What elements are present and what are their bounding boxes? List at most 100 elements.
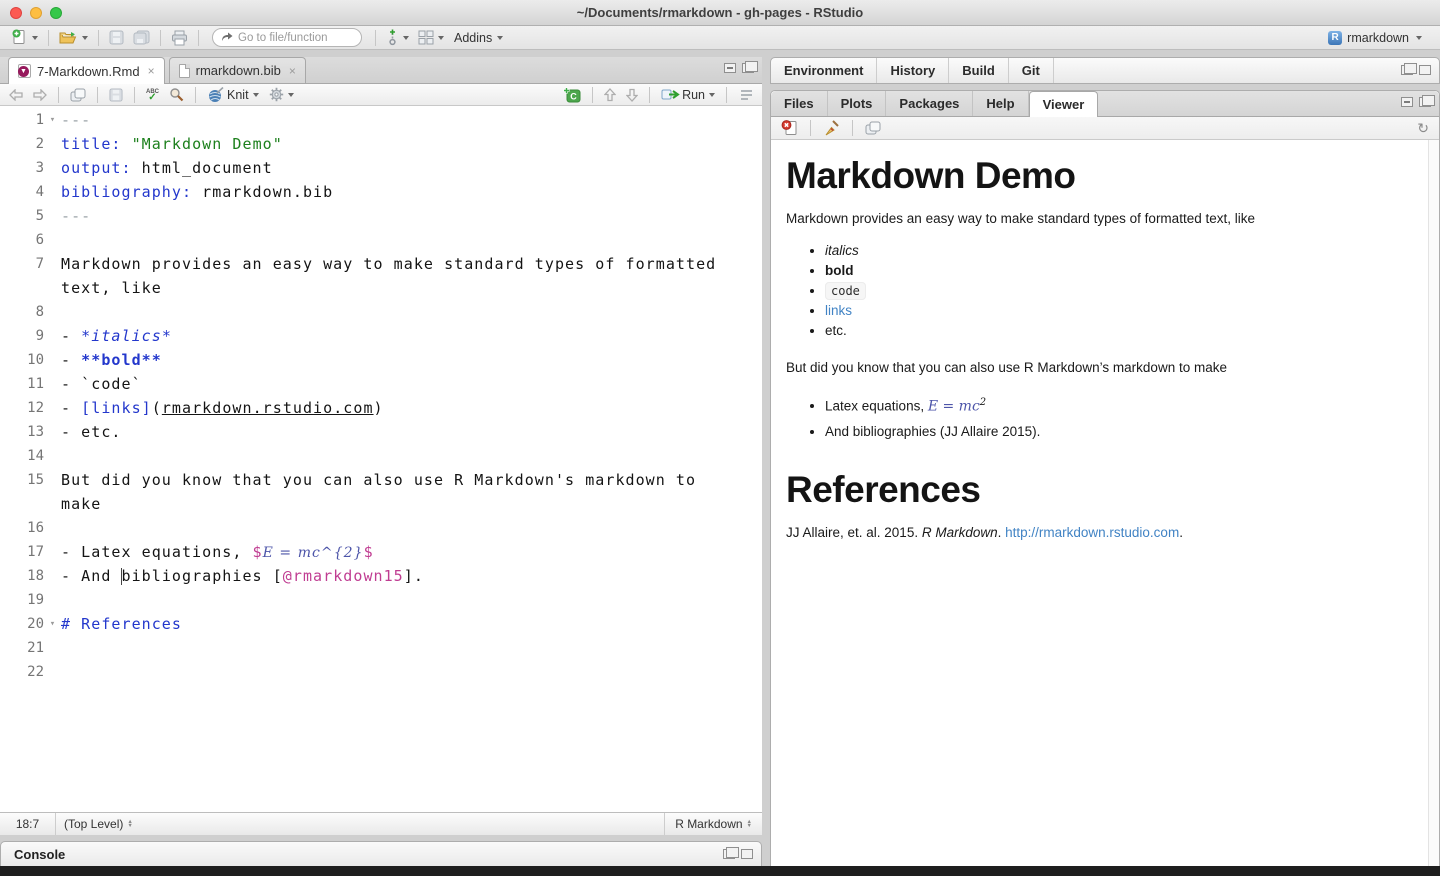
clear-viewer-button[interactable] [820, 119, 843, 137]
up-arrow-icon [604, 88, 616, 102]
save-icon [109, 88, 123, 102]
popout-icon [865, 121, 881, 135]
tab-build[interactable]: Build [949, 58, 1009, 83]
chevron-down-icon [253, 93, 259, 97]
go-next-chunk-button[interactable] [623, 87, 641, 103]
tab-history[interactable]: History [877, 58, 949, 83]
goto-file-search[interactable] [212, 28, 362, 47]
knit-icon [207, 87, 225, 103]
find-replace-button[interactable] [166, 86, 187, 103]
workspace-panes-button[interactable] [415, 29, 447, 46]
addins-button[interactable]: Addins [450, 31, 507, 45]
maximize-pane-button[interactable] [741, 849, 753, 859]
editor-statusbar: 18:7 (Top Level) ▲▼ R Markdown ▲▼ [0, 812, 762, 835]
code-line: 9- *italics* [0, 324, 762, 348]
tab-plots[interactable]: Plots [828, 91, 887, 116]
tab-rmarkdown-bib[interactable]: rmarkdown.bib × [169, 57, 306, 83]
close-icon[interactable]: × [289, 64, 296, 78]
list-item: etc. [825, 321, 1413, 341]
chevron-down-icon [288, 93, 294, 97]
goto-file-input[interactable] [238, 32, 348, 44]
maximize-pane-button[interactable] [742, 63, 754, 73]
chevron-down-icon [32, 36, 38, 40]
viewer-popout-button[interactable] [862, 120, 884, 136]
window-bottom-edge [0, 866, 1440, 876]
discard-button[interactable] [778, 119, 801, 137]
forward-button[interactable] [30, 88, 50, 102]
code-line: 16 [0, 516, 762, 540]
restore-pane-button[interactable] [1401, 65, 1413, 75]
minimize-pane-button[interactable] [724, 63, 736, 73]
code-editor[interactable]: 1▾---2title: "Markdown Demo"3output: htm… [0, 106, 762, 812]
insert-chunk-button[interactable]: C [560, 86, 584, 104]
version-control-button[interactable] [383, 28, 412, 47]
tab-files[interactable]: Files [771, 91, 828, 116]
editor-tabbar: ▼ 7-Markdown.Rmd × rmarkdown.bib × [0, 57, 762, 84]
popout-button[interactable] [67, 87, 89, 103]
go-prev-chunk-button[interactable] [601, 87, 619, 103]
save-button[interactable] [106, 29, 127, 46]
maximize-pane-button[interactable] [1419, 97, 1431, 107]
print-button[interactable] [168, 29, 191, 47]
viewer-paragraph: Markdown provides an easy way to make st… [786, 210, 1413, 228]
console-pane-header[interactable]: Console [0, 841, 762, 866]
save-icon [109, 30, 124, 45]
window-titlebar: ~/Documents/rmarkdown - gh-pages - RStud… [0, 0, 1440, 26]
scope-selector[interactable]: (Top Level) ▲▼ [56, 817, 141, 831]
knit-button[interactable]: Knit [204, 86, 262, 104]
save-button[interactable] [106, 87, 126, 103]
rerun-button[interactable] [735, 88, 756, 102]
open-file-button[interactable] [56, 29, 91, 47]
rerun-icon [738, 89, 753, 101]
fold-arrow-icon: ▾ [44, 612, 61, 636]
back-icon [9, 89, 23, 101]
viewer-scrollbar[interactable] [1428, 140, 1439, 866]
back-button[interactable] [6, 88, 26, 102]
version-control-icon [386, 29, 399, 46]
chevron-down-icon [497, 36, 503, 40]
rmd-file-icon: ▼ [18, 64, 31, 78]
chevron-down-icon [403, 36, 409, 40]
updown-icon: ▲▼ [127, 820, 132, 829]
bib-file-icon [179, 64, 190, 78]
run-button[interactable]: Run [658, 87, 718, 103]
minimize-pane-button[interactable] [1401, 97, 1413, 107]
code-line: 19 [0, 588, 762, 612]
tab-viewer[interactable]: Viewer [1029, 91, 1099, 117]
list-item: code [825, 281, 1413, 301]
viewer-content: Markdown Demo Markdown provides an easy … [771, 140, 1439, 866]
main-toolbar: Addins R rmarkdown [0, 26, 1440, 50]
spellcheck-button[interactable]: ABC✓ [143, 89, 162, 101]
tab-help[interactable]: Help [973, 91, 1028, 116]
broom-icon [823, 120, 840, 136]
fold-arrow-icon: ▾ [44, 108, 61, 132]
code-line: 13- etc. [0, 420, 762, 444]
tab-git[interactable]: Git [1009, 58, 1054, 83]
updown-icon: ▲▼ [747, 820, 752, 829]
save-all-button[interactable] [130, 29, 153, 46]
file-type-selector[interactable]: R Markdown ▲▼ [664, 813, 762, 835]
cursor-position: 18:7 [0, 813, 56, 835]
code-line: 8 [0, 300, 762, 324]
tab-packages[interactable]: Packages [886, 91, 973, 116]
viewer-list-2: Latex equations, E = mc2And bibliographi… [786, 390, 1413, 445]
project-menu-button[interactable]: R rmarkdown [1328, 31, 1422, 45]
code-line: 21 [0, 636, 762, 660]
new-file-button[interactable] [8, 28, 41, 47]
viewer-paragraph: But did you know that you can also use R… [786, 359, 1413, 377]
tab-environment[interactable]: Environment [771, 58, 877, 83]
down-arrow-icon [626, 88, 638, 102]
tab-7-markdown-rmd[interactable]: ▼ 7-Markdown.Rmd × [8, 57, 165, 84]
viewer-reference-entry: JJ Allaire, et. al. 2015. R Markdown. ht… [786, 524, 1413, 542]
spellcheck-icon: ABC✓ [146, 90, 159, 100]
close-icon[interactable]: × [148, 64, 155, 78]
maximize-pane-button[interactable] [1419, 65, 1431, 75]
knit-settings-button[interactable] [266, 86, 297, 103]
restore-pane-button[interactable] [723, 849, 735, 859]
refresh-button[interactable]: ↻ [1414, 119, 1432, 138]
code-line: 18- And bibliographies [@rmarkdown15]. [0, 564, 762, 588]
code-line: 6 [0, 228, 762, 252]
panes-grid-icon [418, 30, 434, 45]
pane-tabbar: Files Plots Packages Help Viewer [771, 91, 1439, 117]
code-line: 2title: "Markdown Demo" [0, 132, 762, 156]
